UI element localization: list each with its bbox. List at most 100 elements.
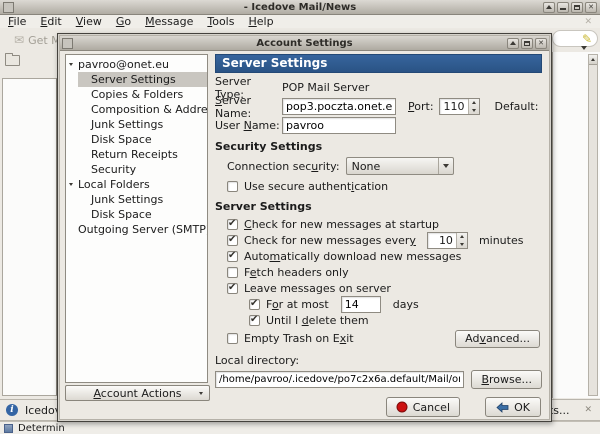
tree-item-server-settings[interactable]: Server Settings xyxy=(66,72,207,87)
check-startup-checkbox[interactable] xyxy=(227,219,238,230)
folder-list[interactable] xyxy=(2,78,57,396)
local-directory-input[interactable] xyxy=(215,371,464,388)
tree-item-composition-addressing[interactable]: Composition & Addressing xyxy=(66,102,207,117)
panel-header: Server Settings xyxy=(215,54,542,73)
menu-file[interactable]: File xyxy=(8,15,26,28)
account-actions-button[interactable]: Account Actions xyxy=(65,385,210,401)
scroll-up-icon xyxy=(591,58,595,61)
tree-label: Junk Settings xyxy=(91,192,163,207)
twisty-down-icon[interactable] xyxy=(69,63,78,66)
port-spinner[interactable]: 110 xyxy=(439,98,480,115)
user-name-input[interactable] xyxy=(282,117,396,134)
check-every-checkbox[interactable] xyxy=(227,235,238,246)
spinner-arrows[interactable] xyxy=(456,233,467,248)
ok-label: OK xyxy=(514,401,530,414)
close-icon: ✕ xyxy=(588,3,594,11)
menu-message[interactable]: Message xyxy=(145,15,193,28)
search-box[interactable]: ✎ xyxy=(552,30,598,47)
main-titlebar: - Icedove Mail/News ✕ xyxy=(0,0,600,15)
ok-arrow-icon xyxy=(496,402,509,413)
close-button[interactable]: ✕ xyxy=(585,2,597,13)
close-icon: ✕ xyxy=(538,39,544,47)
info-icon: i xyxy=(6,404,18,416)
tree-item-local-disk-space[interactable]: Disk Space xyxy=(66,207,207,222)
chevron-down-icon xyxy=(199,392,203,395)
tree-item-local-folders[interactable]: Local Folders xyxy=(66,177,207,192)
tree-item-local-junk-settings[interactable]: Junk Settings xyxy=(66,192,207,207)
for-at-most-row: For at most days xyxy=(249,297,542,312)
maximize-button[interactable] xyxy=(571,2,583,13)
days-input[interactable] xyxy=(341,296,381,313)
minutes-spinner[interactable]: 10 xyxy=(427,232,468,249)
tree-item-outgoing-server[interactable]: Outgoing Server (SMTP) xyxy=(66,222,207,237)
tree-item-security[interactable]: Security xyxy=(66,162,207,177)
notification-close-icon[interactable]: ✕ xyxy=(584,405,592,415)
auto-download-checkbox[interactable] xyxy=(227,251,238,262)
secure-auth-checkbox[interactable] xyxy=(227,181,238,192)
empty-trash-row: Empty Trash on Exit Advanced... xyxy=(227,329,542,348)
server-type-value: POP Mail Server xyxy=(282,81,369,94)
connection-security-dropdown[interactable]: None xyxy=(346,157,454,175)
menu-tools[interactable]: Tools xyxy=(207,15,234,28)
fetch-headers-label: Fetch headers only xyxy=(244,266,349,279)
cancel-button[interactable]: Cancel xyxy=(386,397,460,417)
tree-label: Return Receipts xyxy=(91,147,178,162)
server-settings-panel: Server Settings Server Type: POP Mail Se… xyxy=(215,54,542,395)
cancel-label: Cancel xyxy=(413,401,450,414)
tree-label: Copies & Folders xyxy=(91,87,183,102)
leave-messages-checkbox[interactable] xyxy=(227,283,238,294)
shade-button[interactable] xyxy=(543,2,555,13)
browse-button[interactable]: Browse... xyxy=(471,370,542,389)
dialog-maximize-button[interactable] xyxy=(521,38,533,49)
window-controls: ✕ xyxy=(543,2,597,13)
vertical-scrollbar[interactable] xyxy=(588,54,598,396)
scrollbar-up-button[interactable] xyxy=(589,55,597,65)
tree-item-account-root[interactable]: pavroo@onet.eu xyxy=(66,57,207,72)
user-name-label: User Name: xyxy=(215,119,282,132)
menu-view[interactable]: View xyxy=(76,15,102,28)
secure-auth-row: Use secure authentication xyxy=(227,179,542,194)
status-bar: Determin xyxy=(0,421,600,434)
spinner-arrows[interactable] xyxy=(468,99,479,114)
user-name-row: User Name: xyxy=(215,117,542,134)
dialog-close-button[interactable]: ✕ xyxy=(535,38,547,49)
ok-button[interactable]: OK xyxy=(485,397,541,417)
for-at-most-checkbox[interactable] xyxy=(249,299,260,310)
menu-help[interactable]: Help xyxy=(248,15,273,28)
fetch-headers-checkbox[interactable] xyxy=(227,267,238,278)
advanced-button[interactable]: Advanced... xyxy=(455,330,540,348)
tree-label: Disk Space xyxy=(91,132,152,147)
minutes-value[interactable]: 10 xyxy=(428,233,456,248)
tree-item-copies-folders[interactable]: Copies & Folders xyxy=(66,87,207,102)
connection-security-label: Connection security: xyxy=(227,160,340,173)
minimize-button[interactable] xyxy=(557,2,569,13)
shade-icon xyxy=(546,5,552,9)
server-name-input[interactable] xyxy=(282,98,396,115)
dialog-shade-button[interactable] xyxy=(507,38,519,49)
tree-item-junk-settings[interactable]: Junk Settings xyxy=(66,117,207,132)
port-value[interactable]: 110 xyxy=(440,99,468,114)
leave-messages-row: Leave messages on server xyxy=(227,281,542,296)
twisty-down-icon[interactable] xyxy=(69,183,78,186)
tree-item-return-receipts[interactable]: Return Receipts xyxy=(66,147,207,162)
days-suffix: days xyxy=(393,298,419,311)
until-delete-checkbox[interactable] xyxy=(249,315,260,326)
dialog-body: pavroo@onet.eu Server Settings Copies & … xyxy=(60,51,549,419)
column-picker-icon[interactable] xyxy=(581,46,587,50)
cancel-icon xyxy=(396,401,408,413)
main-window-title: - Icedove Mail/News xyxy=(0,2,600,13)
menu-edit[interactable]: Edit xyxy=(40,15,61,28)
check-startup-row: Check for new messages at startup xyxy=(227,217,542,232)
until-delete-label: Until I delete them xyxy=(266,314,369,327)
dialog-icon xyxy=(62,38,73,49)
menu-go[interactable]: Go xyxy=(116,15,131,28)
dialog-title: Account Settings xyxy=(60,38,549,49)
account-settings-dialog: Account Settings ✕ pavroo@onet.eu Server… xyxy=(57,33,552,422)
menubar-close-icon[interactable]: ✕ xyxy=(584,17,592,27)
tree-item-disk-space[interactable]: Disk Space xyxy=(66,132,207,147)
chevron-down-icon xyxy=(438,158,453,174)
shade-icon xyxy=(510,41,516,45)
empty-trash-label: Empty Trash on Exit xyxy=(244,332,354,345)
tree-label: Junk Settings xyxy=(91,117,163,132)
empty-trash-checkbox[interactable] xyxy=(227,333,238,344)
